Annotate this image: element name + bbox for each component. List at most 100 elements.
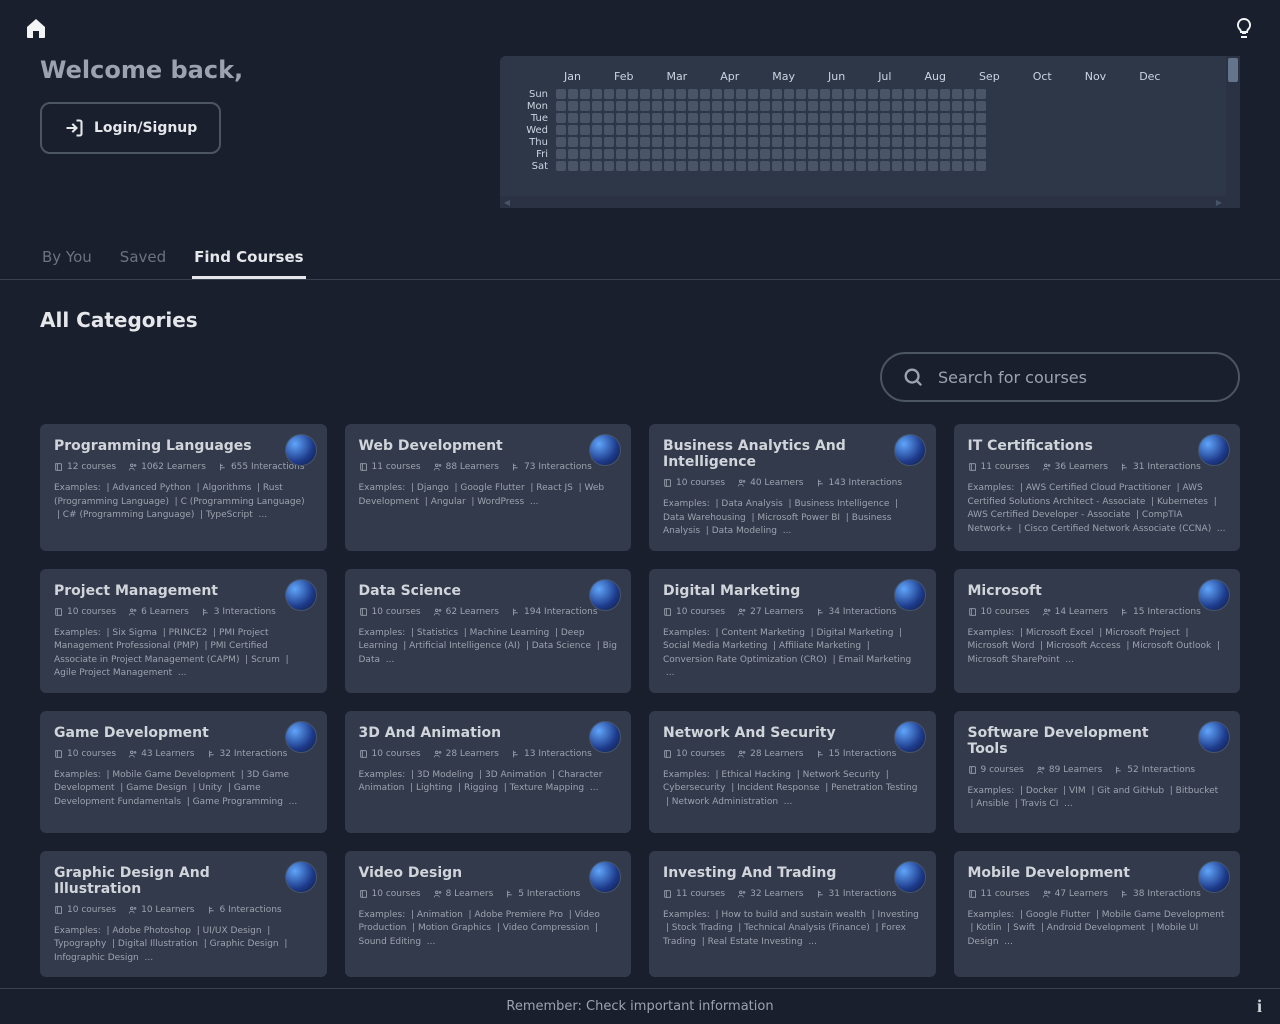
calendar-cell[interactable] <box>796 113 806 123</box>
tab-by-you[interactable]: By You <box>40 238 94 279</box>
calendar-cell[interactable] <box>880 113 890 123</box>
calendar-cell[interactable] <box>880 89 890 99</box>
calendar-cell[interactable] <box>808 137 818 147</box>
calendar-cell[interactable] <box>568 161 578 171</box>
calendar-cell[interactable] <box>688 113 698 123</box>
calendar-cell[interactable] <box>868 137 878 147</box>
calendar-cell[interactable] <box>772 137 782 147</box>
category-card[interactable]: Mobile Development11 courses47 Learners3… <box>954 851 1241 978</box>
calendar-cell[interactable] <box>880 137 890 147</box>
search-input[interactable] <box>938 368 1218 387</box>
calendar-cell[interactable] <box>712 125 722 135</box>
calendar-cell[interactable] <box>592 149 602 159</box>
calendar-cell[interactable] <box>640 149 650 159</box>
calendar-cell[interactable] <box>760 89 770 99</box>
calendar-cell[interactable] <box>808 113 818 123</box>
calendar-cell[interactable] <box>916 101 926 111</box>
calendar-cell[interactable] <box>952 149 962 159</box>
calendar-cell[interactable] <box>880 125 890 135</box>
category-card[interactable]: Video Design10 courses8 Learners5 Intera… <box>345 851 632 978</box>
calendar-cell[interactable] <box>892 137 902 147</box>
calendar-cell[interactable] <box>712 161 722 171</box>
calendar-cell[interactable] <box>940 161 950 171</box>
calendar-cell[interactable] <box>772 125 782 135</box>
calendar-cell[interactable] <box>568 125 578 135</box>
calendar-cell[interactable] <box>796 149 806 159</box>
calendar-cell[interactable] <box>592 113 602 123</box>
calendar-cell[interactable] <box>916 125 926 135</box>
calendar-cell[interactable] <box>616 149 626 159</box>
calendar-cell[interactable] <box>772 113 782 123</box>
calendar-cell[interactable] <box>712 89 722 99</box>
calendar-cell[interactable] <box>652 113 662 123</box>
calendar-cell[interactable] <box>832 161 842 171</box>
calendar-cell[interactable] <box>856 89 866 99</box>
calendar-cell[interactable] <box>556 137 566 147</box>
calendar-cell[interactable] <box>916 89 926 99</box>
category-card[interactable]: Microsoft10 courses14 Learners15 Interac… <box>954 569 1241 693</box>
calendar-cell[interactable] <box>592 125 602 135</box>
calendar-cell[interactable] <box>604 125 614 135</box>
calendar-cell[interactable] <box>688 137 698 147</box>
calendar-cell[interactable] <box>640 101 650 111</box>
calendar-cell[interactable] <box>688 149 698 159</box>
calendar-cell[interactable] <box>832 101 842 111</box>
calendar-cell[interactable] <box>616 161 626 171</box>
calendar-cell[interactable] <box>892 89 902 99</box>
calendar-cell[interactable] <box>736 89 746 99</box>
calendar-cell[interactable] <box>868 89 878 99</box>
calendar-cell[interactable] <box>748 149 758 159</box>
calendar-cell[interactable] <box>652 89 662 99</box>
calendar-cell[interactable] <box>820 137 830 147</box>
calendar-cell[interactable] <box>832 125 842 135</box>
calendar-cell[interactable] <box>976 101 986 111</box>
calendar-cell[interactable] <box>688 125 698 135</box>
calendar-cell[interactable] <box>748 101 758 111</box>
calendar-cell[interactable] <box>556 101 566 111</box>
calendar-cell[interactable] <box>640 113 650 123</box>
calendar-cell[interactable] <box>700 89 710 99</box>
calendar-cell[interactable] <box>928 113 938 123</box>
calendar-cell[interactable] <box>856 101 866 111</box>
calendar-cell[interactable] <box>688 101 698 111</box>
calendar-cell[interactable] <box>700 137 710 147</box>
calendar-cell[interactable] <box>796 101 806 111</box>
calendar-cell[interactable] <box>700 101 710 111</box>
calendar-cell[interactable] <box>976 89 986 99</box>
calendar-cell[interactable] <box>856 149 866 159</box>
category-card[interactable]: Network And Security10 courses28 Learner… <box>649 711 936 833</box>
calendar-cell[interactable] <box>916 161 926 171</box>
calendar-cell[interactable] <box>604 149 614 159</box>
calendar-cell[interactable] <box>748 125 758 135</box>
calendar-cell[interactable] <box>796 137 806 147</box>
calendar-cell[interactable] <box>712 113 722 123</box>
calendar-cell[interactable] <box>940 125 950 135</box>
calendar-cell[interactable] <box>652 161 662 171</box>
category-card[interactable]: Data Science10 courses62 Learners194 Int… <box>345 569 632 693</box>
calendar-cell[interactable] <box>616 137 626 147</box>
scroll-left-icon[interactable]: ◀ <box>502 197 512 207</box>
calendar-cell[interactable] <box>580 137 590 147</box>
calendar-cell[interactable] <box>628 137 638 147</box>
calendar-cell[interactable] <box>916 113 926 123</box>
calendar-cell[interactable] <box>868 161 878 171</box>
calendar-cell[interactable] <box>568 113 578 123</box>
calendar-cell[interactable] <box>796 161 806 171</box>
calendar-cell[interactable] <box>868 149 878 159</box>
category-card[interactable]: 3D And Animation10 courses28 Learners13 … <box>345 711 632 833</box>
calendar-cell[interactable] <box>964 161 974 171</box>
calendar-cell[interactable] <box>628 149 638 159</box>
calendar-cell[interactable] <box>652 137 662 147</box>
calendar-cell[interactable] <box>952 161 962 171</box>
calendar-cell[interactable] <box>760 125 770 135</box>
calendar-cell[interactable] <box>940 101 950 111</box>
calendar-cell[interactable] <box>580 125 590 135</box>
calendar-cell[interactable] <box>604 161 614 171</box>
calendar-cell[interactable] <box>700 149 710 159</box>
calendar-cell[interactable] <box>808 125 818 135</box>
calendar-cell[interactable] <box>940 137 950 147</box>
calendar-cell[interactable] <box>904 101 914 111</box>
calendar-cell[interactable] <box>676 161 686 171</box>
calendar-grid[interactable] <box>556 89 986 173</box>
calendar-cell[interactable] <box>904 149 914 159</box>
